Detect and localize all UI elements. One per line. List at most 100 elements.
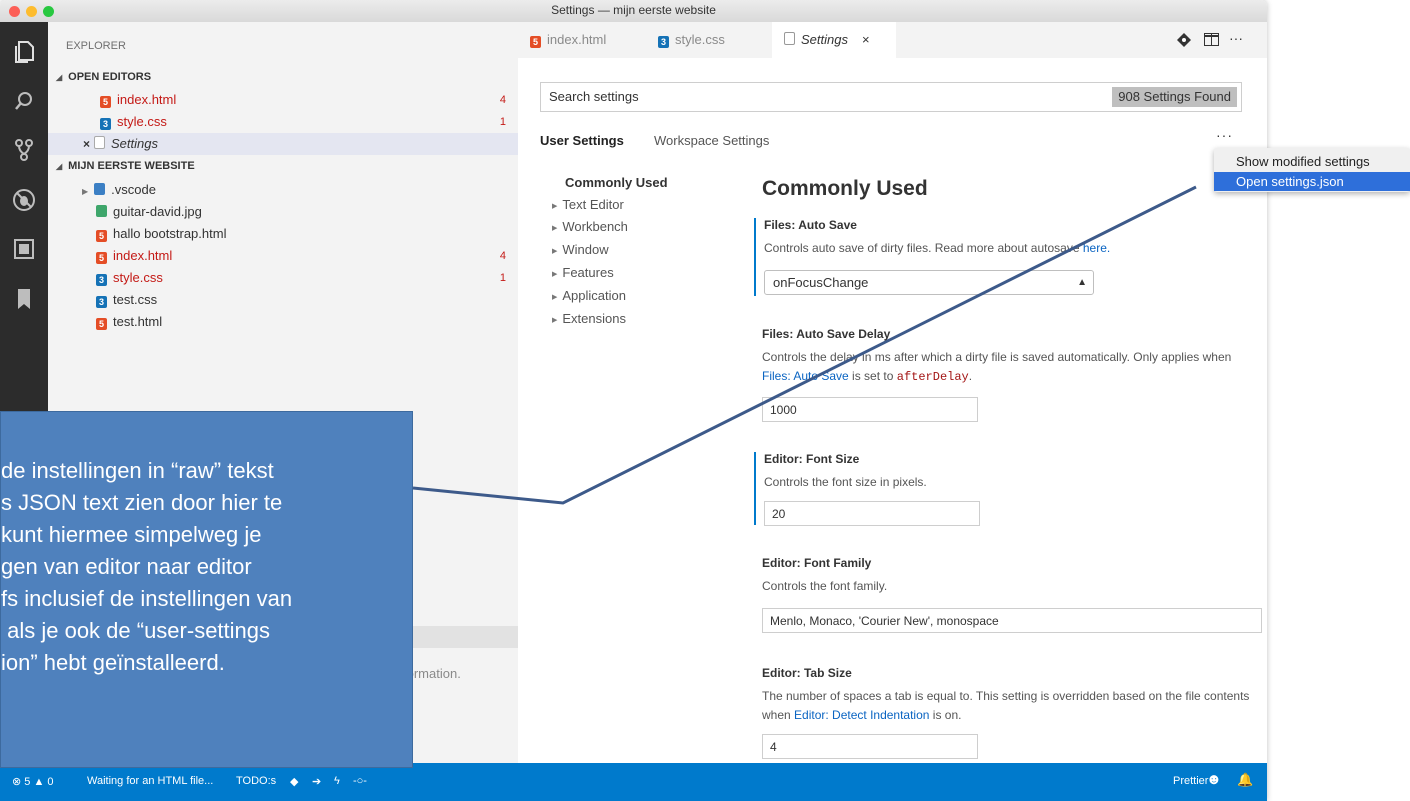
notification-bell-icon[interactable]: 🔔 bbox=[1237, 772, 1253, 788]
css-file-icon: 3 bbox=[96, 296, 107, 308]
problem-count-badge: 4 bbox=[499, 94, 506, 106]
tab-workspace-settings[interactable]: Workspace Settings bbox=[654, 133, 769, 148]
split-editor-icon[interactable] bbox=[1204, 33, 1219, 49]
open-editor-item[interactable]: 3 style.css 1 bbox=[48, 111, 518, 133]
settings-search-box[interactable]: 908 Settings Found bbox=[540, 82, 1242, 112]
status-bar: ⊗ 5 ▲ 0 Waiting for an HTML file... TODO… bbox=[0, 763, 1267, 801]
collapse-triangle-icon: ◢ bbox=[56, 162, 63, 171]
collapse-triangle-icon: ◢ bbox=[56, 73, 63, 82]
status-message: Waiting for an HTML file... bbox=[87, 775, 214, 787]
open-file-icon[interactable] bbox=[1177, 33, 1191, 50]
arrow-left-icon[interactable]: ◆ bbox=[290, 775, 298, 788]
smiley-feedback-icon[interactable]: ☻ bbox=[1206, 771, 1222, 788]
problem-count-badge: 1 bbox=[499, 272, 506, 284]
select-caret-icon: ▲ bbox=[1077, 277, 1087, 288]
lightning-icon[interactable]: ϟ bbox=[334, 775, 340, 787]
tab-index-html[interactable]: 5 index.html bbox=[530, 22, 650, 58]
setting-title: Editor: Font Family bbox=[762, 556, 872, 570]
auto-save-setting-link[interactable]: Files: Auto Save bbox=[762, 369, 849, 383]
detect-indentation-link[interactable]: Editor: Detect Indentation bbox=[794, 708, 929, 722]
close-editor-icon[interactable]: × bbox=[83, 137, 90, 151]
setting-editor-font-family: Editor: Font Family Controls the font fa… bbox=[754, 556, 1267, 633]
setting-files-auto-save: Files: Auto Save Controls auto save of d… bbox=[754, 218, 1267, 296]
problem-count-badge: 4 bbox=[499, 250, 506, 262]
settings-section-title: Commonly Used bbox=[762, 177, 928, 200]
expand-triangle-icon: ▶ bbox=[552, 225, 558, 232]
explorer-icon[interactable] bbox=[10, 40, 38, 68]
html-file-icon: 5 bbox=[96, 318, 107, 330]
toc-item[interactable]: ▶ Extensions bbox=[552, 311, 692, 326]
title-bar: Settings — mijn eerste website bbox=[0, 0, 1267, 23]
tab-user-settings[interactable]: User Settings bbox=[540, 133, 624, 148]
open-editors-header[interactable]: ◢ OPEN EDITORS bbox=[48, 67, 518, 87]
open-editor-item[interactable]: 5 index.html 4 bbox=[48, 89, 518, 111]
auto-save-select[interactable]: onFocusChange ▲ bbox=[764, 270, 1094, 295]
file-tree-item[interactable]: guitar-david.jpg bbox=[48, 201, 518, 223]
vscode-folder-icon bbox=[94, 183, 106, 195]
source-control-icon[interactable] bbox=[10, 138, 38, 166]
problems-indicator[interactable]: ⊗ 5 ▲ 0 bbox=[12, 775, 54, 788]
setting-description: Controls the delay in ms after which a d… bbox=[762, 350, 1232, 384]
prettier-status[interactable]: Prettier bbox=[1173, 775, 1208, 787]
tab-size-input[interactable]: 4 bbox=[762, 734, 978, 759]
settings-context-menu: Show modified settings Open settings.jso… bbox=[1214, 148, 1410, 192]
bookmark-icon[interactable] bbox=[10, 288, 38, 316]
todos-status[interactable]: TODO:s bbox=[236, 775, 276, 787]
settings-more-actions-icon[interactable]: ··· bbox=[1216, 127, 1233, 143]
setting-description: The number of spaces a tab is equal to. … bbox=[762, 689, 1250, 722]
toc-item[interactable]: ▶ Window bbox=[552, 242, 692, 257]
html-file-icon: 5 bbox=[530, 36, 541, 48]
setting-title: Editor: Tab Size bbox=[762, 666, 852, 680]
setting-description: Controls the font family. bbox=[762, 579, 888, 593]
file-tree-item[interactable]: 5 hallo bootstrap.html bbox=[48, 223, 518, 245]
setting-editor-tab-size: Editor: Tab Size The number of spaces a … bbox=[754, 666, 1267, 759]
setting-title: Editor: Font Size bbox=[764, 452, 860, 466]
editor-tab-bar: 5 index.html 3 style.css Settings × ··· bbox=[518, 22, 1267, 58]
annotation-callout: de instellingen in “raw” tekst s JSON te… bbox=[0, 411, 413, 768]
expand-triangle-icon: ▶ bbox=[552, 203, 558, 210]
css-file-icon: 3 bbox=[100, 118, 111, 130]
tab-settings[interactable]: Settings × bbox=[772, 22, 896, 58]
tab-style-css[interactable]: 3 style.css bbox=[658, 22, 768, 58]
file-tree-item[interactable]: 3 style.css 1 bbox=[48, 267, 518, 289]
setting-title: Files: Auto Save bbox=[764, 218, 857, 232]
settings-file-icon bbox=[784, 32, 795, 45]
auto-save-delay-input[interactable]: 1000 bbox=[762, 397, 978, 422]
search-icon[interactable] bbox=[10, 90, 38, 118]
font-family-input[interactable]: Menlo, Monaco, 'Courier New', monospace bbox=[762, 608, 1262, 633]
font-size-input[interactable]: 20 bbox=[764, 501, 980, 526]
settings-found-count: 908 Settings Found bbox=[1112, 87, 1237, 107]
problem-count-badge: 1 bbox=[499, 116, 506, 128]
extensions-icon[interactable] bbox=[10, 238, 38, 266]
setting-title: Files: Auto Save Delay bbox=[762, 327, 891, 341]
search-input[interactable] bbox=[549, 89, 1049, 104]
file-tree-item[interactable]: 3 test.css bbox=[48, 289, 518, 311]
setting-editor-font-size: Editor: Font Size Controls the font size… bbox=[754, 452, 1267, 526]
file-tree-item[interactable]: 5 test.html bbox=[48, 311, 518, 333]
more-actions-icon[interactable]: ··· bbox=[1229, 30, 1243, 46]
callout-text: de instellingen in “raw” tekst s JSON te… bbox=[1, 458, 293, 675]
toc-item[interactable]: ▶ Application bbox=[552, 288, 692, 303]
expand-triangle-icon: ▶ bbox=[552, 248, 558, 255]
debug-icon[interactable] bbox=[10, 188, 38, 216]
toc-item-commonly-used[interactable]: Commonly Used bbox=[565, 175, 705, 190]
file-tree-item[interactable]: 5 index.html 4 bbox=[48, 245, 518, 267]
close-tab-icon[interactable]: × bbox=[862, 32, 870, 47]
explorer-title: EXPLORER bbox=[66, 40, 126, 52]
expand-triangle-icon: ▶ bbox=[552, 294, 558, 301]
warning-icon: ▲ bbox=[33, 776, 45, 788]
toc-item[interactable]: ▶ Text Editor bbox=[552, 197, 692, 212]
git-commit-icon[interactable]: -○- bbox=[353, 775, 367, 787]
project-folder-header[interactable]: ◢ MIJN EERSTE WEBSITE bbox=[48, 156, 518, 176]
open-editor-item-active[interactable]: × Settings bbox=[48, 133, 518, 155]
setting-files-auto-save-delay: Files: Auto Save Delay Controls the dela… bbox=[754, 327, 1267, 422]
toc-item[interactable]: ▶ Features bbox=[552, 265, 692, 280]
autosave-help-link[interactable]: here. bbox=[1083, 241, 1110, 255]
image-file-icon bbox=[96, 205, 107, 217]
menu-item-open-settings-json[interactable]: Open settings.json bbox=[1214, 172, 1410, 191]
arrow-right-icon[interactable]: ➔ bbox=[312, 775, 321, 788]
toc-item[interactable]: ▶ Workbench bbox=[552, 219, 692, 234]
file-tree-item[interactable]: ▶ .vscode bbox=[48, 179, 518, 201]
expand-triangle-icon: ▶ bbox=[552, 271, 558, 278]
menu-item-show-modified-settings[interactable]: Show modified settings bbox=[1214, 152, 1410, 171]
